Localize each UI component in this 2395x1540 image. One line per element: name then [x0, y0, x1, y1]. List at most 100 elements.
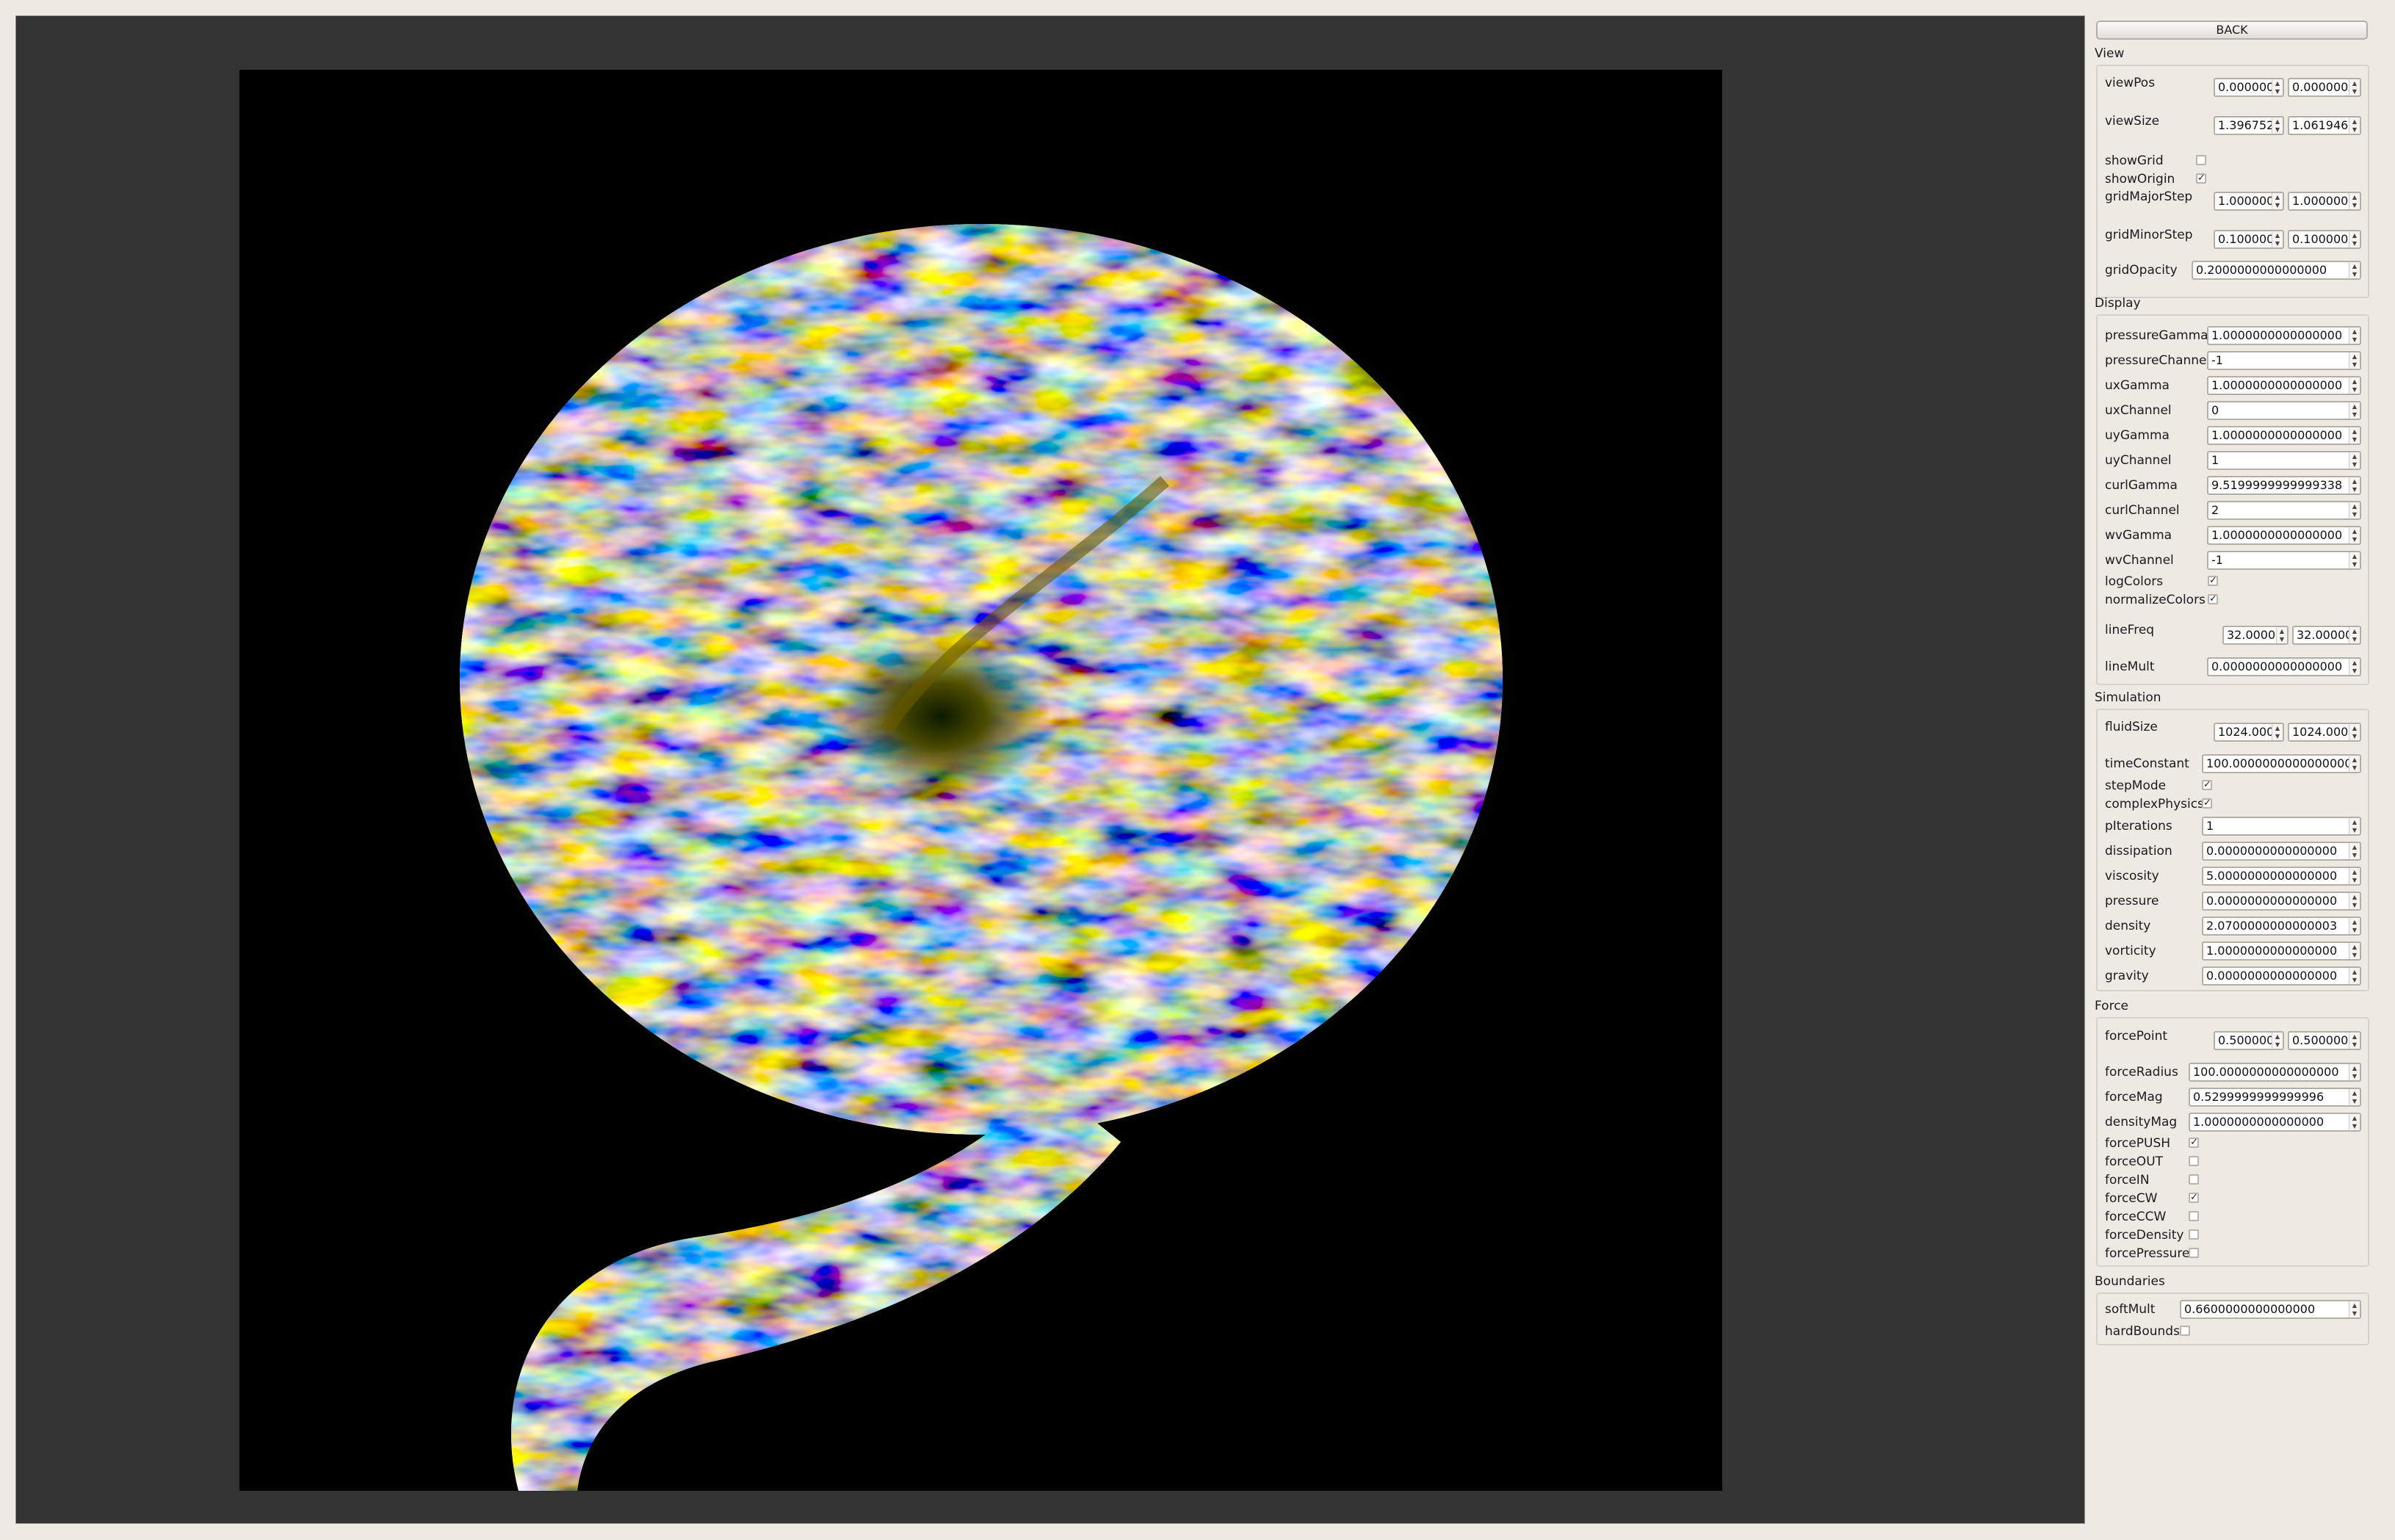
forcemag-input[interactable]: 0.5299999999999996 ▲ ▼	[2189, 1088, 2361, 1107]
spin-arrows-icon[interactable]: ▲ ▼	[2349, 402, 2360, 419]
forcepressure-checkbox[interactable]	[2189, 1248, 2199, 1258]
linefreq-label: lineFreq	[2105, 623, 2155, 637]
spin-arrows-icon[interactable]: ▲ ▼	[2272, 231, 2283, 247]
spin-arrows-icon[interactable]: ▲ ▼	[2349, 193, 2360, 209]
spin-arrows-icon[interactable]: ▲ ▼	[2349, 231, 2360, 247]
spin-arrows-icon[interactable]: ▲ ▼	[2349, 427, 2360, 444]
uychannel-input[interactable]: 1 ▲ ▼	[2207, 451, 2361, 470]
spin-arrows-icon[interactable]: ▲ ▼	[2349, 477, 2360, 494]
complexphysics-checkbox[interactable]: ✓	[2202, 798, 2212, 809]
spin-arrows-icon[interactable]: ▲ ▼	[2276, 627, 2287, 643]
curlchannel-input[interactable]: 2 ▲ ▼	[2207, 501, 2361, 520]
spin-arrows-icon[interactable]: ▲ ▼	[2349, 868, 2360, 884]
timeconstant-input[interactable]: 100.0000000000000000 ▲ ▼	[2202, 754, 2361, 773]
showgrid-label: showGrid	[2105, 153, 2164, 168]
spin-arrows-icon[interactable]: ▲ ▼	[2349, 452, 2360, 469]
forcepoint-y-input[interactable]: 0.500000 ▲ ▼	[2288, 1031, 2361, 1050]
stepmode-checkbox[interactable]: ✓	[2202, 780, 2212, 790]
gridminorstep-y-input[interactable]: 0.100000 ▲ ▼	[2288, 230, 2361, 249]
gridmajorstep-y-input[interactable]: 1.000000 ▲ ▼	[2288, 192, 2361, 211]
spin-arrows-icon[interactable]: ▲ ▼	[2349, 843, 2360, 859]
spin-arrows-icon[interactable]: ▲ ▼	[2349, 79, 2360, 95]
showgrid-checkbox[interactable]	[2196, 155, 2206, 165]
render-viewport[interactable]	[15, 15, 2085, 1524]
spin-arrows-icon[interactable]: ▲ ▼	[2272, 724, 2283, 740]
spin-arrows-icon[interactable]: ▲ ▼	[2349, 118, 2360, 134]
gridopacity-input[interactable]: 0.2000000000000000 ▲ ▼	[2192, 261, 2361, 280]
pressure-input[interactable]: 0.0000000000000000 ▲ ▼	[2202, 892, 2361, 911]
uychannel-label: uyChannel	[2105, 453, 2172, 468]
spin-arrows-icon[interactable]: ▲ ▼	[2272, 193, 2283, 209]
spin-arrows-icon[interactable]: ▲ ▼	[2349, 918, 2360, 934]
spin-arrows-icon[interactable]: ▲ ▼	[2349, 328, 2360, 344]
gravity-input[interactable]: 0.0000000000000000 ▲ ▼	[2202, 966, 2361, 986]
spin-arrows-icon[interactable]: ▲ ▼	[2349, 527, 2360, 543]
dissipation-input[interactable]: 0.0000000000000000 ▲ ▼	[2202, 842, 2361, 861]
fluid-simulation-canvas[interactable]	[239, 70, 1722, 1491]
back-button[interactable]: BACK	[2096, 21, 2368, 40]
pressurechannel-input[interactable]: -1 ▲ ▼	[2207, 351, 2361, 370]
spin-arrows-icon[interactable]: ▲ ▼	[2349, 1033, 2360, 1049]
spin-arrows-icon[interactable]: ▲ ▼	[2349, 724, 2360, 740]
spin-arrows-icon[interactable]: ▲ ▼	[2272, 1033, 2283, 1049]
spin-arrows-icon[interactable]: ▲ ▼	[2349, 1089, 2360, 1105]
density-input[interactable]: 2.0700000000000003 ▲ ▼	[2202, 917, 2361, 936]
spin-arrows-icon[interactable]: ▲ ▼	[2349, 659, 2360, 675]
viewsize-y-input[interactable]: 1.061946 ▲ ▼	[2288, 116, 2361, 135]
vorticity-input[interactable]: 1.0000000000000000 ▲ ▼	[2202, 941, 2361, 961]
softmult-input[interactable]: 0.6600000000000000 ▲ ▼	[2180, 1300, 2361, 1319]
fluidsize-y-input[interactable]: 1024.000 ▲ ▼	[2288, 723, 2361, 742]
spin-arrows-icon[interactable]: ▲ ▼	[2349, 943, 2360, 959]
logcolors-checkbox[interactable]: ✓	[2208, 576, 2218, 586]
gridmajorstep-x-input[interactable]: 1.000000 ▲ ▼	[2214, 192, 2284, 211]
viewsize-x-input[interactable]: 1.396752 ▲ ▼	[2214, 116, 2284, 135]
spin-arrows-icon[interactable]: ▲ ▼	[2349, 627, 2360, 643]
linefreq-y-input[interactable]: 32.00000 ▲ ▼	[2292, 626, 2361, 645]
linefreq-x-input[interactable]: 32.00000 ▲ ▼	[2222, 626, 2289, 645]
linemult-input[interactable]: 0.0000000000000000 ▲ ▼	[2207, 657, 2361, 676]
curlgamma-input[interactable]: 9.5199999999999338 ▲ ▼	[2207, 476, 2361, 495]
uxchannel-input[interactable]: 0 ▲ ▼	[2207, 401, 2361, 420]
curlgamma-label: curlGamma	[2105, 478, 2178, 493]
spin-arrows-icon[interactable]: ▲ ▼	[2349, 893, 2360, 909]
spin-arrows-icon[interactable]: ▲ ▼	[2349, 1114, 2360, 1130]
spin-arrows-icon[interactable]: ▲ ▼	[2349, 502, 2360, 518]
forceccw-label: forceCCW	[2105, 1210, 2167, 1224]
viewpos-x-input[interactable]: 0.000000 ▲ ▼	[2214, 78, 2284, 97]
viewpos-y-input[interactable]: 0.000000 ▲ ▼	[2288, 78, 2361, 97]
forcepoint-x-input[interactable]: 0.500000 ▲ ▼	[2214, 1031, 2284, 1050]
wvgamma-input[interactable]: 1.0000000000000000 ▲ ▼	[2207, 526, 2361, 545]
fluidsize-x-input[interactable]: 1024.000 ▲ ▼	[2214, 723, 2284, 742]
showorigin-checkbox[interactable]: ✓	[2196, 173, 2206, 184]
uxgamma-input[interactable]: 1.0000000000000000 ▲ ▼	[2207, 376, 2361, 395]
forceout-checkbox[interactable]	[2189, 1156, 2199, 1166]
viscosity-input[interactable]: 5.0000000000000000 ▲ ▼	[2202, 867, 2361, 886]
spin-arrows-icon[interactable]: ▲ ▼	[2349, 353, 2360, 369]
spin-arrows-icon[interactable]: ▲ ▼	[2349, 818, 2360, 834]
forceccw-checkbox[interactable]	[2189, 1211, 2199, 1221]
densitymag-input[interactable]: 1.0000000000000000 ▲ ▼	[2189, 1113, 2361, 1132]
spin-arrows-icon[interactable]: ▲ ▼	[2349, 377, 2360, 394]
forcecw-checkbox[interactable]: ✓	[2189, 1193, 2199, 1203]
spin-arrows-icon[interactable]: ▲ ▼	[2272, 118, 2283, 134]
wvchannel-input[interactable]: -1 ▲ ▼	[2207, 551, 2361, 570]
spin-arrows-icon[interactable]: ▲ ▼	[2349, 1301, 2360, 1317]
pressuregamma-input[interactable]: 1.0000000000000000 ▲ ▼	[2207, 326, 2361, 345]
hardbounds-checkbox[interactable]	[2180, 1326, 2190, 1336]
uygamma-input[interactable]: 1.0000000000000000 ▲ ▼	[2207, 426, 2361, 445]
vorticity-label: vorticity	[2105, 944, 2156, 958]
forceradius-input[interactable]: 100.0000000000000000 ▲ ▼	[2189, 1063, 2361, 1082]
piterations-input[interactable]: 1 ▲ ▼	[2202, 817, 2361, 836]
gridminorstep-x-input[interactable]: 0.100000 ▲ ▼	[2214, 230, 2284, 249]
spin-arrows-icon[interactable]: ▲ ▼	[2349, 552, 2360, 568]
spin-arrows-icon[interactable]: ▲ ▼	[2349, 756, 2360, 772]
spin-arrows-icon[interactable]: ▲ ▼	[2272, 79, 2283, 95]
forcein-checkbox[interactable]	[2189, 1174, 2199, 1185]
spin-arrows-icon[interactable]: ▲ ▼	[2349, 262, 2360, 278]
spin-arrows-icon[interactable]: ▲ ▼	[2349, 1064, 2360, 1080]
spin-arrows-icon[interactable]: ▲ ▼	[2349, 968, 2360, 984]
normalizecolors-checkbox[interactable]: ✓	[2208, 594, 2218, 604]
forcedensity-checkbox[interactable]	[2189, 1229, 2199, 1240]
forcepush-checkbox[interactable]: ✓	[2189, 1138, 2199, 1148]
densitymag-label: densityMag	[2105, 1115, 2178, 1129]
